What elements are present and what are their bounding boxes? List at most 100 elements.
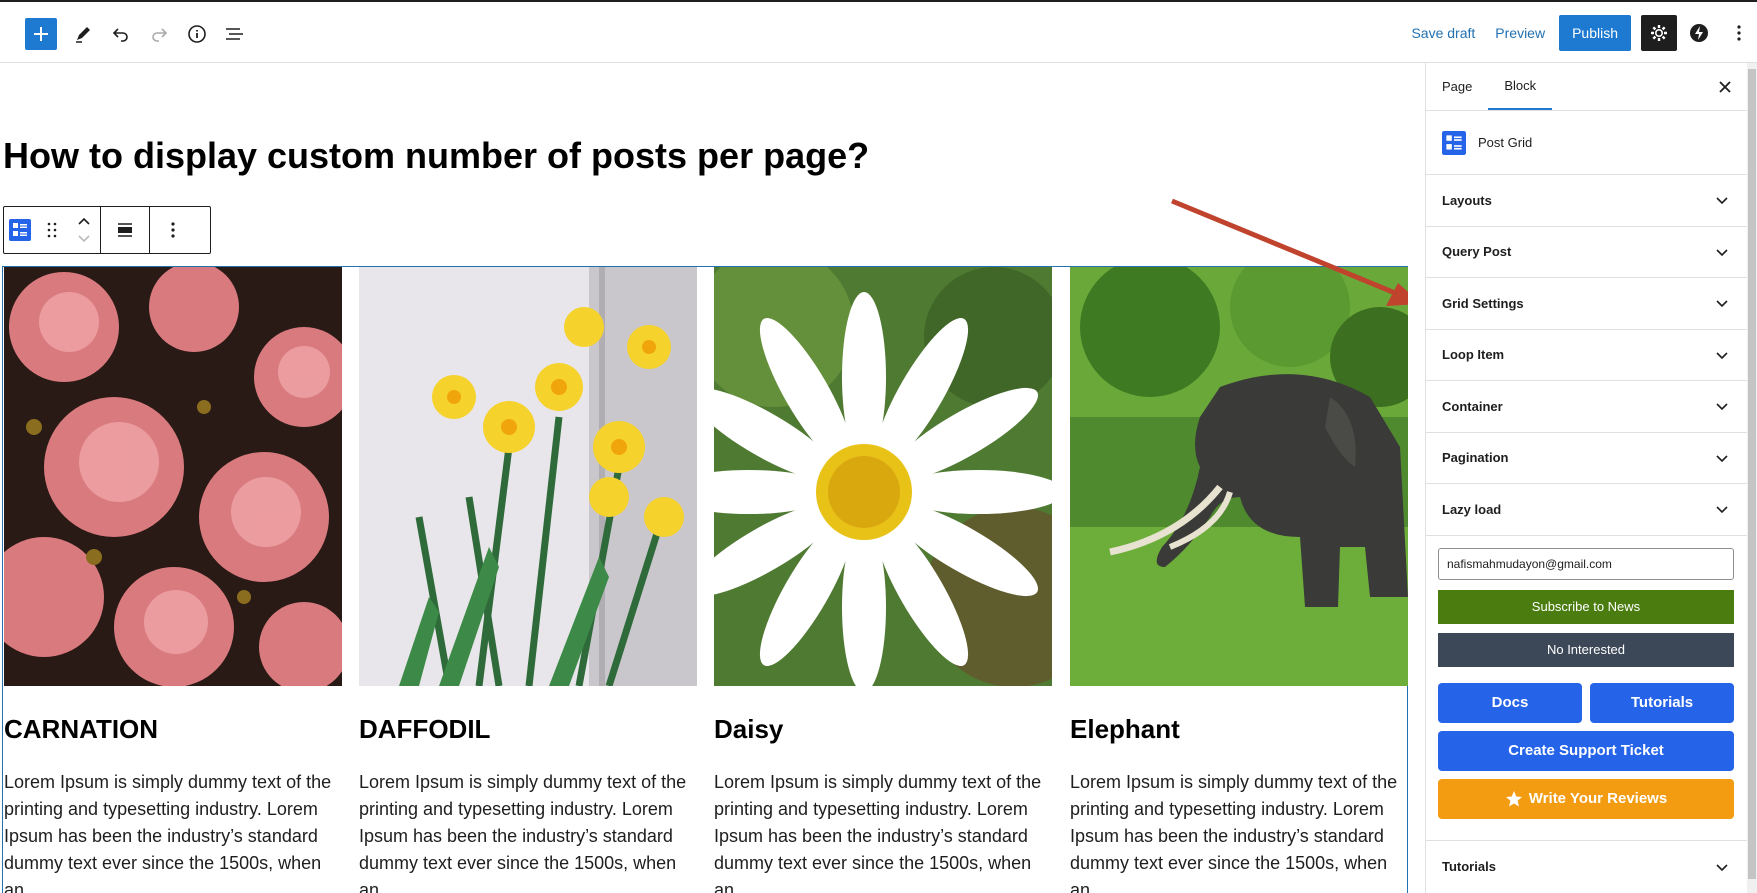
chevron-down-icon <box>1716 352 1728 359</box>
drag-handle-icon <box>47 222 57 238</box>
post-grid-icon <box>1442 130 1466 155</box>
details-button[interactable] <box>179 18 215 50</box>
block-options-button[interactable] <box>150 207 196 253</box>
create-support-ticket-button[interactable]: Create Support Ticket <box>1438 730 1734 771</box>
editor-top-toolbar: Save draft Preview Publish <box>0 0 1757 63</box>
more-vertical-icon <box>1737 25 1741 41</box>
redo-icon <box>152 28 168 42</box>
chevron-down-icon <box>1716 300 1728 308</box>
chevron-down-icon <box>1716 455 1728 462</box>
plus-icon <box>34 27 48 41</box>
list-view-button[interactable] <box>217 18 253 50</box>
drag-handle[interactable] <box>36 207 68 253</box>
promo-section: nafismahmudayon@gmail.com Subscribe to N… <box>1426 536 1747 819</box>
undo-icon <box>112 28 128 42</box>
scrollbar-thumb[interactable] <box>1748 69 1756 879</box>
sidebar-tabs: Page Block <box>1426 63 1747 111</box>
panel-title: Grid Settings <box>1442 295 1524 311</box>
options-button[interactable] <box>1721 15 1757 51</box>
toolbar-right: Save draft Preview Publish <box>1401 15 1757 51</box>
grid-item-title[interactable]: Daisy <box>714 714 1052 745</box>
grid-item-excerpt: Lorem Ipsum is simply dummy text of the … <box>359 772 687 893</box>
sidebar-scrollbar[interactable] <box>1747 63 1757 893</box>
panel-tutorials[interactable]: Tutorials <box>1426 841 1747 893</box>
close-sidebar-button[interactable] <box>1713 75 1737 99</box>
chevron-down-icon <box>1716 403 1728 411</box>
grid-item[interactable]: CARNATION Lorem Ipsum is simply dummy te… <box>4 267 342 893</box>
chevron-up-down-icon <box>78 217 90 243</box>
move-up-down[interactable] <box>68 207 100 253</box>
panel-title: Loop Item <box>1442 347 1505 363</box>
align-button[interactable] <box>101 207 149 253</box>
toolbar-left <box>25 18 255 50</box>
publish-button[interactable]: Publish <box>1559 15 1631 51</box>
write-reviews-button[interactable]: Write Your Reviews <box>1438 778 1734 819</box>
grid-item[interactable]: Elephant Lorem Ipsum is simply dummy tex… <box>1070 267 1408 893</box>
daisy-image <box>714 267 1052 686</box>
list-view-icon <box>226 28 243 40</box>
settings-button[interactable] <box>1641 15 1677 51</box>
block-name: Post Grid <box>1478 135 1533 150</box>
panel-title: Lazy load <box>1442 501 1502 517</box>
post-grid-icon <box>9 219 31 241</box>
grid-item-title[interactable]: Elephant <box>1070 714 1408 745</box>
preview-button[interactable]: Preview <box>1485 25 1555 41</box>
pencil-icon <box>76 27 90 43</box>
grid-item-title[interactable]: CARNATION <box>4 714 342 745</box>
panel-title: Tutorials <box>1442 859 1496 875</box>
add-block-button[interactable] <box>25 18 57 50</box>
grid-item[interactable]: Daisy Lorem Ipsum is simply dummy text o… <box>714 267 1052 893</box>
panel-lazy-load[interactable]: Lazy load <box>1426 484 1747 536</box>
gear-icon <box>1651 25 1667 41</box>
block-card: Post Grid <box>1426 111 1747 175</box>
tools-button[interactable] <box>65 18 101 50</box>
panel-title: Query Post <box>1442 244 1512 260</box>
panel-query-post[interactable]: Query Post <box>1426 227 1747 278</box>
lightning-circle-icon <box>1690 24 1708 42</box>
star-icon <box>1505 790 1522 806</box>
tab-page[interactable]: Page <box>1426 63 1488 110</box>
block-toolbar <box>3 206 211 254</box>
chevron-down-icon <box>1716 864 1728 871</box>
not-interested-button[interactable]: No Interested <box>1438 632 1734 667</box>
panel-loop-item[interactable]: Loop Item <box>1426 330 1747 381</box>
panel-layouts[interactable]: Layouts <box>1426 175 1747 227</box>
annotation-arrow-icon <box>1171 198 1408 306</box>
post-grid-block[interactable]: CARNATION Lorem Ipsum is simply dummy te… <box>2 266 1408 893</box>
elephant-image <box>1070 267 1408 686</box>
grid-item[interactable]: DAFFODIL Lorem Ipsum is simply dummy tex… <box>359 267 697 893</box>
daffodil-image <box>359 267 697 686</box>
panel-title: Container <box>1442 398 1503 414</box>
panel-container[interactable]: Container <box>1426 381 1747 433</box>
tab-block[interactable]: Block <box>1488 63 1553 110</box>
more-vertical-icon <box>171 222 175 238</box>
panel-grid-settings[interactable]: Grid Settings <box>1426 278 1747 330</box>
plugin-button[interactable] <box>1681 15 1717 51</box>
undo-button[interactable] <box>103 18 139 50</box>
info-icon <box>188 25 206 43</box>
save-draft-button[interactable]: Save draft <box>1401 25 1485 41</box>
panel-title: Pagination <box>1442 450 1509 466</box>
panel-title: Layouts <box>1442 192 1492 208</box>
close-icon <box>1719 81 1731 93</box>
email-field[interactable]: nafismahmudayon@gmail.com <box>1438 547 1734 580</box>
write-reviews-label: Write Your Reviews <box>1528 790 1668 807</box>
editor-canvas: How to display custom number of posts pe… <box>0 63 1408 893</box>
grid-item-title[interactable]: DAFFODIL <box>359 714 697 745</box>
chevron-down-icon <box>1716 506 1728 514</box>
chevron-down-icon <box>1716 249 1728 256</box>
align-center-icon <box>118 223 132 237</box>
redo-button[interactable] <box>141 18 177 50</box>
grid-item-excerpt: Lorem Ipsum is simply dummy text of the … <box>1070 772 1398 893</box>
subscribe-button[interactable]: Subscribe to News <box>1438 589 1734 624</box>
carnation-image <box>4 267 342 686</box>
settings-sidebar: Page Block Post Grid Layouts Query Post … <box>1425 63 1747 893</box>
chevron-down-icon <box>1716 197 1728 205</box>
post-title[interactable]: How to display custom number of posts pe… <box>3 135 869 177</box>
tutorials-button[interactable]: Tutorials <box>1590 682 1734 723</box>
grid-item-excerpt: Lorem Ipsum is simply dummy text of the … <box>714 772 1042 893</box>
docs-button[interactable]: Docs <box>1438 682 1582 723</box>
block-type-button[interactable] <box>4 207 36 253</box>
grid-item-excerpt: Lorem Ipsum is simply dummy text of the … <box>4 772 332 893</box>
panel-pagination[interactable]: Pagination <box>1426 433 1747 484</box>
